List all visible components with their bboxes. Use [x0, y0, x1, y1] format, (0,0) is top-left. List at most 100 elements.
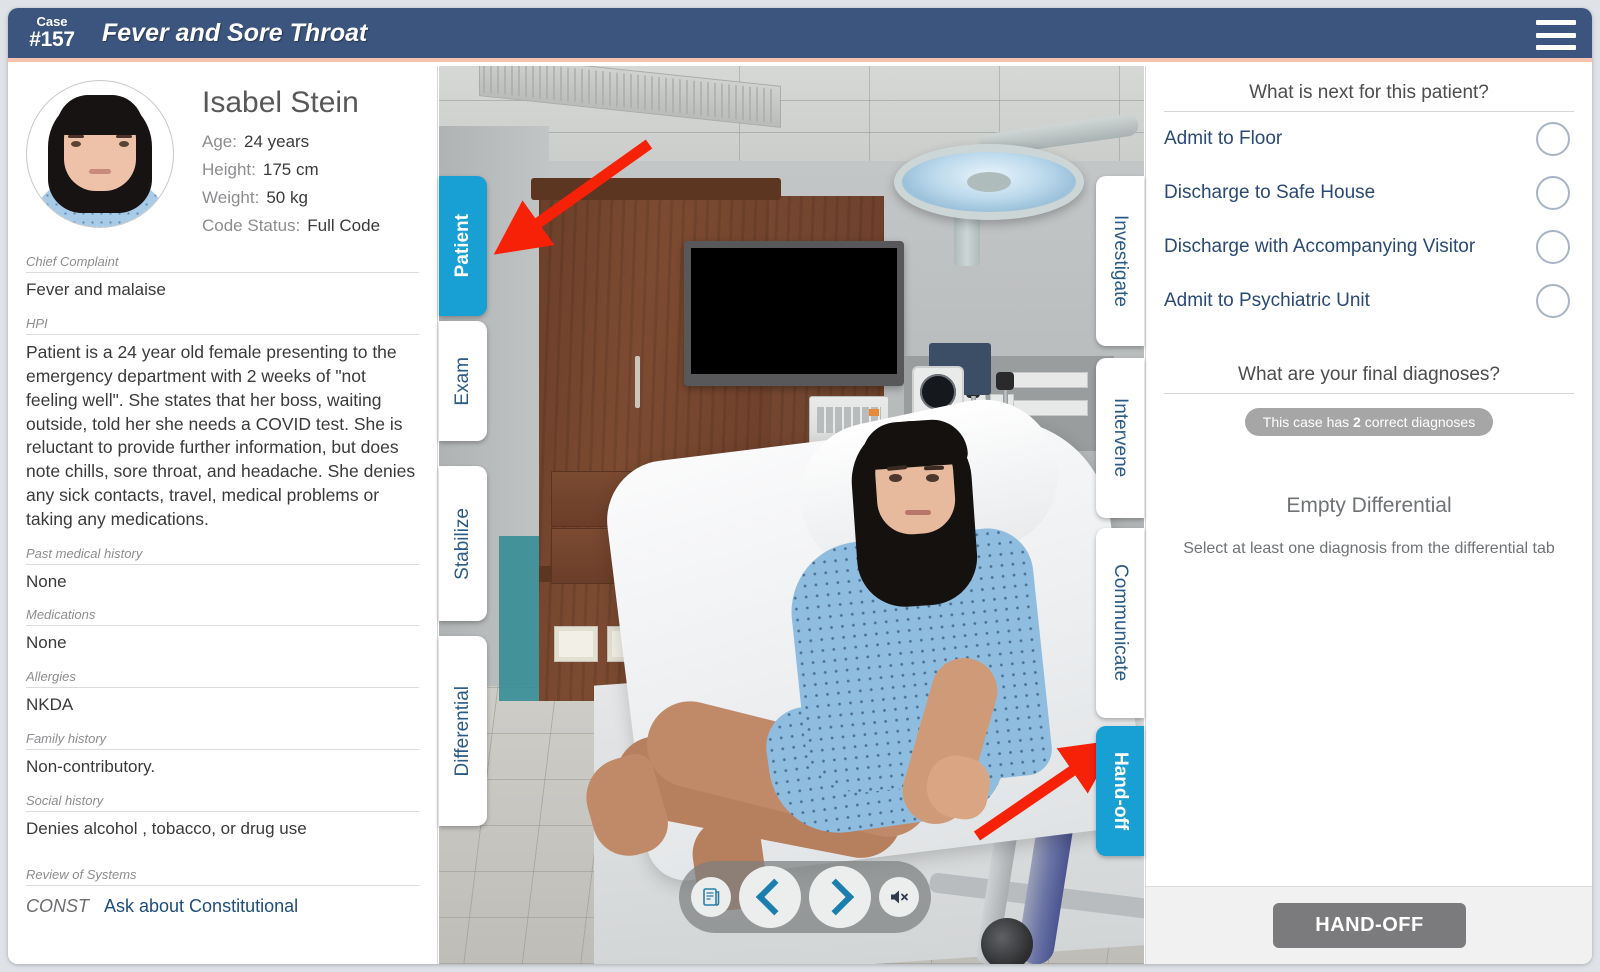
cabinet-door-handle — [635, 356, 640, 408]
tab-patient[interactable]: Patient — [439, 176, 487, 316]
section-label: Social history — [26, 793, 419, 813]
section-label: Medications — [26, 607, 419, 627]
section-label: HPI — [26, 316, 419, 336]
handoff-panel: What is next for this patient? Admit to … — [1145, 66, 1592, 964]
patient-info-panel: Isabel Stein Age: 24 years Height: 175 c… — [8, 66, 438, 964]
scene-media-controls — [679, 861, 931, 933]
handoff-footer: HAND-OFF — [1146, 886, 1592, 964]
disposition-label: Discharge to Safe House — [1164, 182, 1376, 203]
section-label: Chief Complaint — [26, 254, 419, 274]
tab-label: Differential — [452, 685, 473, 777]
mute-icon[interactable] — [879, 877, 919, 917]
age-label: Age: — [202, 132, 237, 151]
handoff-button[interactable]: HAND-OFF — [1273, 903, 1466, 948]
code-status-value: Full Code — [307, 216, 381, 236]
section-label: Past medical history — [26, 546, 419, 565]
disposition-radio[interactable] — [1536, 230, 1570, 264]
patient-field-age: Age: 24 years — [202, 128, 380, 156]
app-header: Case #157 Fever and Sore Throat — [8, 8, 1592, 62]
ros-system-code: CONST — [26, 896, 89, 917]
section-past-medical-history: Past medical history None — [8, 546, 437, 594]
disposition-option-discharge-with-visitor[interactable]: Discharge with Accompanying Visitor — [1146, 220, 1592, 274]
patient-demographics: Isabel Stein Age: 24 years Height: 175 c… — [202, 80, 380, 240]
tab-communicate[interactable]: Communicate — [1096, 528, 1144, 718]
weight-value: 50 kg — [266, 188, 308, 208]
section-allergies: Allergies NKDA — [8, 669, 437, 717]
disposition-option-admit-to-floor[interactable]: Admit to Floor — [1146, 112, 1592, 166]
tab-label: Stabilize — [452, 507, 473, 580]
next-icon[interactable] — [809, 866, 871, 928]
disposition-option-discharge-to-safe-house[interactable]: Discharge to Safe House — [1146, 166, 1592, 220]
patient-field-code-status: Code Status: Full Code — [202, 212, 380, 240]
diagnoses-heading: What are your final diagnoses? — [1164, 328, 1574, 394]
patient-field-height: Height: 175 cm — [202, 156, 380, 184]
transcript-icon[interactable] — [691, 877, 731, 917]
tab-label: Communicate — [1110, 564, 1131, 682]
patient-name: Isabel Stein — [202, 86, 359, 119]
empty-differential-title: Empty Differential — [1286, 494, 1452, 517]
weight-label: Weight: — [202, 188, 260, 208]
application-window: Case #157 Fever and Sore Throat Isabel S… — [8, 8, 1592, 964]
previous-icon[interactable] — [739, 866, 801, 928]
section-hpi: HPI Patient is a 24 year old female pres… — [8, 316, 437, 531]
height-label: Height: — [202, 160, 256, 180]
wall-monitor — [684, 241, 904, 386]
disposition-heading: What is next for this patient? — [1164, 66, 1574, 112]
badge-suffix: correct diagnoses — [1360, 414, 1476, 430]
section-family-history: Family history Non-contributory. — [8, 731, 437, 779]
tab-label: Patient — [452, 214, 473, 278]
tab-handoff[interactable]: Hand-off — [1096, 726, 1144, 856]
section-text: Denies alcohol , tobacco, or drug use — [26, 819, 307, 839]
empty-differential-subtitle: Select at least one diagnosis from the d… — [1183, 540, 1555, 557]
tab-label: Intervene — [1110, 398, 1131, 478]
badge-prefix: This case has — [1262, 414, 1354, 430]
tab-differential[interactable]: Differential — [439, 636, 487, 826]
section-text: Fever and malaise — [26, 280, 166, 300]
page-title: Fever and Sore Throat — [102, 18, 368, 47]
tab-intervene[interactable]: Intervene — [1096, 358, 1144, 518]
section-social-history: Social history Denies alcohol , tobacco,… — [8, 793, 437, 841]
surgical-light-icon — [894, 144, 1084, 220]
disposition-option-admit-to-psychiatric-unit[interactable]: Admit to Psychiatric Unit — [1146, 274, 1592, 328]
tab-exam[interactable]: Exam — [439, 321, 487, 441]
case-identifier: Case #157 — [20, 15, 84, 51]
simulation-3d-scene[interactable] — [439, 66, 1144, 964]
stretcher-wheel — [981, 918, 1033, 964]
ophthalmoscope-icon — [996, 372, 1014, 390]
tab-investigate[interactable]: Investigate — [1096, 176, 1144, 346]
avatar — [26, 80, 174, 228]
section-chief-complaint: Chief Complaint Fever and malaise — [8, 254, 437, 302]
status-badge: This case has 2 correct diagnoses — [1244, 408, 1494, 436]
patient-field-weight: Weight: 50 kg — [202, 184, 380, 212]
hamburger-menu-icon[interactable] — [1536, 20, 1576, 50]
section-text: NKDA — [26, 695, 74, 715]
section-text: Non-contributory. — [26, 757, 156, 777]
disposition-radio[interactable] — [1536, 122, 1570, 156]
cabinet-crown-molding — [531, 178, 781, 200]
section-text: Patient is a 24 year old female presenti… — [26, 342, 416, 529]
tab-label: Investigate — [1110, 215, 1131, 307]
patient-summary-header: Isabel Stein Age: 24 years Height: 175 c… — [8, 66, 437, 240]
age-value: 24 years — [243, 132, 310, 151]
ros-ask-link[interactable]: Ask about Constitutional — [104, 896, 298, 917]
case-word-label: Case — [36, 14, 68, 30]
main-content-area: Isabel Stein Age: 24 years Height: 175 c… — [8, 66, 1592, 964]
height-value: 175 cm — [262, 160, 319, 180]
disposition-radio[interactable] — [1536, 284, 1570, 318]
section-review-of-systems: Review of Systems — [8, 867, 437, 887]
code-status-label: Code Status: — [202, 216, 301, 236]
disposition-label: Admit to Psychiatric Unit — [1164, 290, 1370, 311]
section-label: Family history — [26, 731, 419, 751]
tab-stabilize[interactable]: Stabilize — [439, 466, 487, 621]
diagnoses-badge-wrap: This case has 2 correct diagnoses — [1146, 408, 1592, 436]
section-text: None — [26, 633, 67, 653]
section-medications: Medications None — [8, 607, 437, 655]
ros-row-constitutional: CONST Ask about Constitutional — [8, 896, 437, 917]
section-label: Review of Systems — [26, 867, 419, 887]
tab-label: Hand-off — [1110, 751, 1131, 831]
disposition-label: Discharge with Accompanying Visitor — [1164, 236, 1476, 257]
wall-outlet — [554, 626, 598, 662]
disposition-radio[interactable] — [1536, 176, 1570, 210]
tab-label: Exam — [452, 356, 473, 406]
badge-count: 2 — [1353, 414, 1361, 430]
